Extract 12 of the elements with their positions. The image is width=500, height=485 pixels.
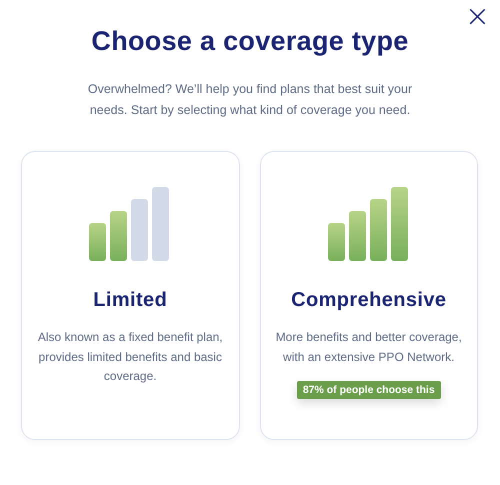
subtitle-text: Overwhelmed? We’ll help you find plans that best suit your needs. Start by selecting what kind of coverage you need. bbox=[86, 81, 414, 119]
plan-description: More benefits and better coverage, with an extensive PPO Network. bbox=[274, 329, 463, 366]
plan-description: Also known as a fixed benefit plan, provides limited benefits and basic coverage. bbox=[36, 329, 224, 385]
coverage-card[interactable]: Limited Also known as a fixed benefit plan, provides limited benefits and basic coverage. bbox=[21, 151, 240, 440]
bar-meter-icon bbox=[89, 185, 172, 261]
bar-meter-icon bbox=[328, 185, 410, 261]
coverage-card[interactable]: Comprehensive More benefits and better coverage, with an extensive PPO Network. 87% of people choose this bbox=[260, 151, 478, 440]
popularity-badge: 87% of people choose this bbox=[296, 381, 441, 399]
dialog-title: Choose a coverage type bbox=[90, 26, 410, 57]
plan-name: Limited bbox=[93, 289, 168, 312]
plan-name: Comprehensive bbox=[291, 289, 446, 312]
close-button[interactable]: × bbox=[460, 2, 494, 32]
